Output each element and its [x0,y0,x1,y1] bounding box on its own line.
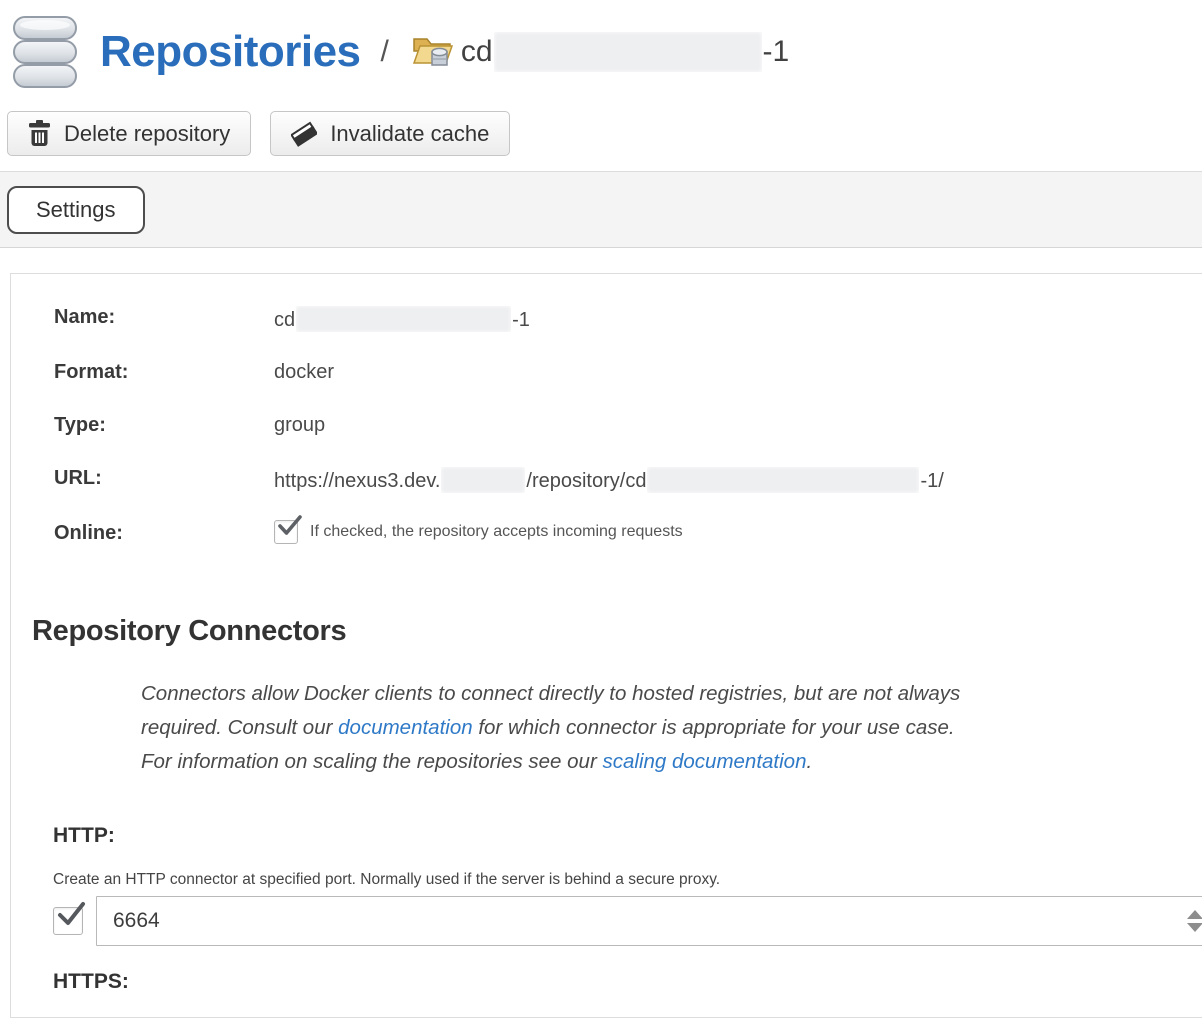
delete-repository-button[interactable]: Delete repository [7,111,251,156]
name-value: cd -1 [274,306,530,332]
http-connector-label: HTTP: [53,824,115,848]
format-label: Format: [54,361,274,384]
crumb-suffix: -1 [763,35,790,69]
online-checkbox[interactable] [274,520,298,544]
repository-folder-icon [411,32,453,72]
http-port-field-wrap [96,896,1202,946]
tab-settings-label: Settings [36,197,116,223]
breadcrumb-separator: / [381,35,389,69]
repository-connectors-heading: Repository Connectors [32,615,346,648]
check-icon [56,901,86,929]
online-value: If checked, the repository accepts incom… [274,520,683,544]
name-label: Name: [54,306,274,329]
tab-settings[interactable]: Settings [7,186,145,234]
http-connector-help: Create an HTTP connector at specified po… [53,871,720,889]
eraser-icon [291,121,317,147]
stepper-down-icon[interactable] [1187,923,1202,932]
trash-icon [28,120,51,147]
field-row-name: Name: cd -1 [54,306,1154,332]
breadcrumb-repository-name: cd -1 [461,32,789,72]
port-stepper[interactable] [1187,910,1202,932]
repository-info-fields: Name: cd -1 Format: docker Type: group UR… [54,306,1154,575]
type-value: group [274,414,325,437]
scaling-documentation-link[interactable]: scaling documentation [602,750,806,773]
field-row-format: Format: docker [54,361,1154,385]
documentation-link[interactable]: documentation [338,716,472,739]
url-label: URL: [54,467,274,490]
url-part-host: https://nexus3.dev. [274,470,440,492]
invalidate-cache-button[interactable]: Invalidate cache [270,111,510,156]
tab-strip: Settings [0,171,1202,248]
url-part-path: /repository/cd [526,470,646,492]
connectors-description: Connectors allow Docker clients to conne… [141,677,986,779]
http-port-input[interactable] [96,896,1202,946]
redacted-name-block [296,306,511,332]
delete-repository-label: Delete repository [64,121,230,147]
invalidate-cache-label: Invalidate cache [330,121,489,147]
settings-panel: Name: cd -1 Format: docker Type: group UR… [10,273,1202,1018]
crumb-prefix: cd [461,35,493,69]
http-enabled-checkbox[interactable] [53,907,83,935]
description-text-3: . [806,750,812,773]
format-value: docker [274,361,334,384]
https-connector-label: HTTPS: [53,970,129,994]
database-icon [10,15,80,89]
page-header: Repositories / cd -1 [10,12,789,92]
check-icon [277,514,303,538]
name-value-prefix: cd [274,309,295,331]
online-help-text: If checked, the repository accepts incom… [310,523,683,541]
stepper-up-icon[interactable] [1187,910,1202,919]
url-part-suffix: -1/ [920,470,943,492]
type-label: Type: [54,414,274,437]
redacted-domain-block [441,467,525,493]
name-value-suffix: -1 [512,309,530,331]
field-row-url: URL: https://nexus3.dev. /repository/cd -1… [54,467,1154,493]
online-label: Online: [54,522,274,545]
field-row-online: Online: If checked, the repository accep… [54,522,1154,546]
http-connector-row [53,896,1202,946]
page-title[interactable]: Repositories [100,27,361,77]
redacted-name-block [494,32,762,72]
repository-toolbar: Delete repository Invalidate cache [7,111,510,156]
url-value: https://nexus3.dev. /repository/cd -1/ [274,467,944,493]
field-row-type: Type: group [54,414,1154,438]
redacted-name-block [647,467,919,493]
